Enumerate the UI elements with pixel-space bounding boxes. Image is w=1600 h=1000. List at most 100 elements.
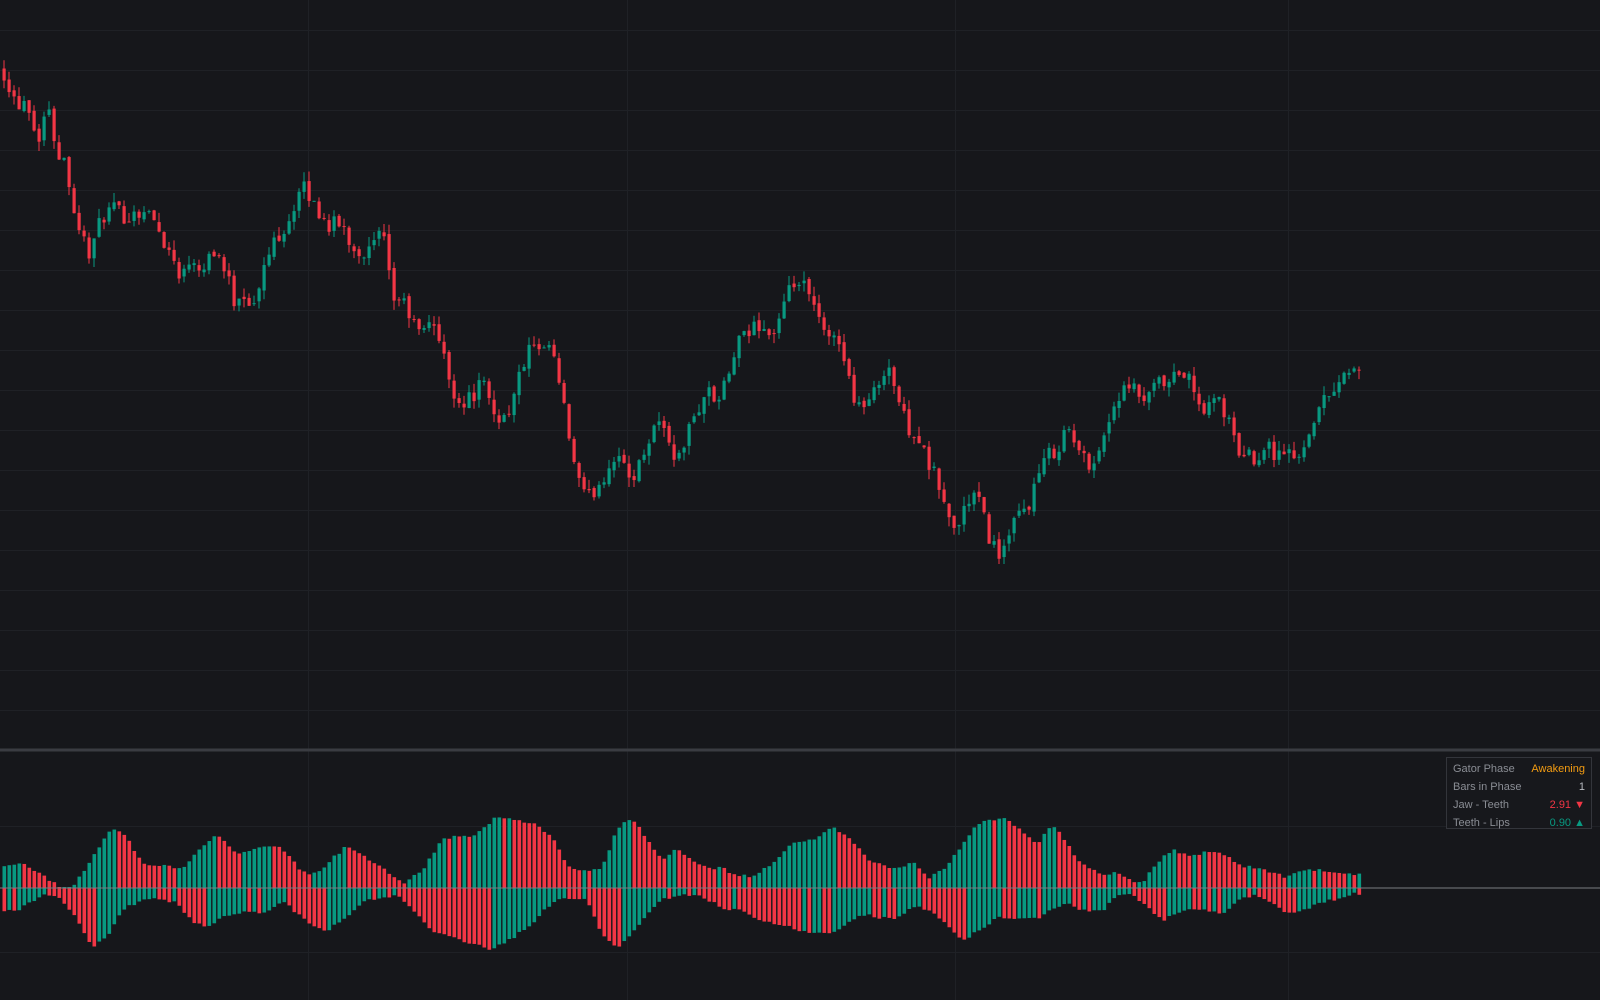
candle-body[interactable] bbox=[572, 438, 576, 462]
candle-body[interactable] bbox=[1352, 368, 1356, 372]
candle-body[interactable] bbox=[827, 330, 831, 337]
candle-body[interactable] bbox=[1252, 451, 1256, 465]
candle-body[interactable] bbox=[662, 420, 666, 429]
candle-body[interactable] bbox=[952, 515, 956, 528]
candle-body[interactable] bbox=[962, 505, 966, 525]
candle-body[interactable] bbox=[342, 226, 346, 228]
candle-body[interactable] bbox=[377, 230, 381, 239]
candle-body[interactable] bbox=[82, 230, 86, 237]
candle-body[interactable] bbox=[122, 206, 126, 224]
candle-body[interactable] bbox=[1217, 396, 1221, 400]
candle-body[interactable] bbox=[1152, 382, 1156, 391]
candle-body[interactable] bbox=[517, 371, 521, 396]
candle-body[interactable] bbox=[547, 345, 551, 348]
candle-body[interactable] bbox=[632, 476, 636, 481]
candle-body[interactable] bbox=[1017, 510, 1021, 516]
candle-body[interactable] bbox=[147, 211, 151, 213]
candle-body[interactable] bbox=[902, 403, 906, 411]
candle-body[interactable] bbox=[1272, 441, 1276, 461]
candle-body[interactable] bbox=[927, 446, 931, 470]
candle-body[interactable] bbox=[957, 525, 961, 527]
candle-body[interactable] bbox=[897, 386, 901, 403]
candle-body[interactable] bbox=[317, 201, 321, 219]
candle-body[interactable] bbox=[267, 254, 271, 266]
candle-body[interactable] bbox=[647, 443, 651, 456]
candle-body[interactable] bbox=[107, 207, 111, 222]
candle-body[interactable] bbox=[1247, 449, 1251, 455]
candle-body[interactable] bbox=[1117, 400, 1121, 408]
candle-body[interactable] bbox=[1092, 463, 1096, 471]
candle-body[interactable] bbox=[362, 257, 366, 259]
candle-body[interactable] bbox=[1187, 373, 1191, 380]
candle-body[interactable] bbox=[1137, 384, 1141, 397]
candle-body[interactable] bbox=[1112, 406, 1116, 421]
candle-body[interactable] bbox=[637, 460, 641, 482]
candle-body[interactable] bbox=[487, 381, 491, 398]
candle-body[interactable] bbox=[192, 263, 196, 266]
candle-body[interactable] bbox=[767, 329, 771, 336]
candle-body[interactable] bbox=[1022, 508, 1026, 512]
candle-body[interactable] bbox=[707, 387, 711, 397]
candle-body[interactable] bbox=[97, 218, 101, 237]
candle-body[interactable] bbox=[592, 488, 596, 498]
candle-body[interactable] bbox=[582, 477, 586, 490]
candle-body[interactable] bbox=[527, 344, 531, 369]
candle-body[interactable] bbox=[52, 108, 56, 142]
candle-body[interactable] bbox=[7, 79, 11, 93]
candle-body[interactable] bbox=[1197, 393, 1201, 405]
candle-body[interactable] bbox=[117, 201, 121, 206]
candle-body[interactable] bbox=[712, 386, 716, 402]
candle-body[interactable] bbox=[792, 283, 796, 288]
candle-body[interactable] bbox=[907, 409, 911, 436]
candle-body[interactable] bbox=[72, 188, 76, 214]
candle-body[interactable] bbox=[1192, 375, 1196, 393]
candle-body[interactable] bbox=[287, 221, 291, 234]
candle-body[interactable] bbox=[382, 232, 386, 237]
candle-body[interactable] bbox=[1107, 422, 1111, 434]
candle-body[interactable] bbox=[1012, 517, 1016, 534]
candle-body[interactable] bbox=[187, 264, 191, 270]
candle-body[interactable] bbox=[542, 347, 546, 349]
candle-body[interactable] bbox=[307, 181, 311, 201]
candle-body[interactable] bbox=[142, 212, 146, 220]
candle-body[interactable] bbox=[967, 503, 971, 507]
candle-body[interactable] bbox=[802, 280, 806, 284]
candle-body[interactable] bbox=[502, 414, 506, 422]
candle-body[interactable] bbox=[92, 238, 96, 259]
candle-body[interactable] bbox=[252, 303, 256, 305]
candle-body[interactable] bbox=[1297, 456, 1301, 458]
candle-body[interactable] bbox=[692, 416, 696, 423]
candle-body[interactable] bbox=[337, 215, 341, 227]
candle-body[interactable] bbox=[462, 403, 466, 408]
candle-body[interactable] bbox=[617, 456, 621, 462]
candle-body[interactable] bbox=[112, 202, 116, 210]
candle-body[interactable] bbox=[862, 400, 866, 408]
candle-body[interactable] bbox=[272, 237, 276, 257]
candle-body[interactable] bbox=[1302, 447, 1306, 458]
candle-body[interactable] bbox=[1327, 396, 1331, 398]
candle-body[interactable] bbox=[702, 397, 706, 414]
candle-body[interactable] bbox=[612, 461, 616, 471]
candle-body[interactable] bbox=[492, 399, 496, 415]
candle-body[interactable] bbox=[312, 200, 316, 202]
candle-body[interactable] bbox=[1177, 371, 1181, 375]
candle-body[interactable] bbox=[772, 333, 776, 335]
candle-body[interactable] bbox=[922, 445, 926, 448]
candle-body[interactable] bbox=[1097, 450, 1101, 462]
candle-body[interactable] bbox=[62, 157, 66, 160]
candle-body[interactable] bbox=[472, 392, 476, 402]
candle-body[interactable] bbox=[847, 359, 851, 376]
candle-body[interactable] bbox=[1347, 372, 1351, 375]
candle-body[interactable] bbox=[57, 142, 61, 160]
candle-body[interactable] bbox=[567, 404, 571, 439]
candle-body[interactable] bbox=[587, 489, 591, 491]
candle-body[interactable] bbox=[1332, 391, 1336, 396]
candle-body[interactable] bbox=[1077, 440, 1081, 451]
candle-body[interactable] bbox=[302, 181, 306, 192]
candle-body[interactable] bbox=[852, 374, 856, 403]
candle-body[interactable] bbox=[1062, 429, 1066, 452]
candle-body[interactable] bbox=[782, 301, 786, 319]
candle-body[interactable] bbox=[27, 100, 31, 113]
candle-body[interactable] bbox=[437, 324, 441, 341]
candle-body[interactable] bbox=[817, 303, 821, 317]
